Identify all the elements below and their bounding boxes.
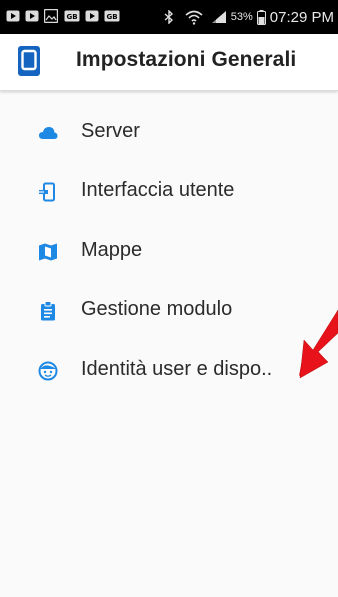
- svg-text:GB: GB: [66, 13, 77, 21]
- play-notification-icon: [6, 10, 20, 22]
- clock-time: 07:29 PM: [269, 8, 334, 26]
- battery-percent: 53%: [230, 11, 253, 23]
- page-title: Impostazioni Generali: [76, 48, 297, 71]
- face-icon: [38, 361, 58, 381]
- image-notification-icon: [44, 9, 58, 23]
- status-bar-right: 53% 07:29 PM: [163, 0, 334, 34]
- menu-item-server[interactable]: Server: [0, 105, 338, 161]
- gallery-notification-icon: GB: [64, 10, 80, 22]
- menu-item-interfaccia-utente[interactable]: Interfaccia utente: [0, 164, 338, 220]
- menu-item-gestione-modulo[interactable]: Gestione modulo: [0, 283, 338, 339]
- menu-item-label: Interfaccia utente: [81, 179, 235, 201]
- menu-item-label: Identità user e dispo..: [81, 358, 273, 380]
- signal-icon: [211, 11, 226, 23]
- video-notification-icon: [25, 10, 39, 22]
- map-icon: [39, 243, 57, 261]
- bluetooth-icon: [164, 10, 173, 24]
- menu-item-label: Server: [81, 120, 140, 142]
- menu-item-mappe[interactable]: Mappe: [0, 224, 338, 280]
- phone-device-icon[interactable]: [18, 46, 40, 76]
- cloud-icon: [39, 127, 58, 139]
- svg-text:GB: GB: [106, 13, 117, 21]
- device-settings-icon: [39, 182, 55, 202]
- clipboard-icon: [41, 301, 55, 321]
- app-bar: Impostazioni Generali: [0, 34, 338, 91]
- battery-icon: [256, 9, 266, 25]
- menu-item-label: Mappe: [81, 239, 143, 261]
- status-bar: GB GB 53% 07:29 PM: [0, 0, 338, 34]
- menu-item-label: Gestione modulo: [81, 298, 233, 320]
- screen: GB GB 53% 07:29 PM Impostazioni Generali…: [0, 0, 338, 597]
- storage-notification-icon: GB: [104, 10, 120, 22]
- menu-item-identita-user[interactable]: Identità user e dispo..: [0, 343, 338, 399]
- youtube-notification-icon: [85, 10, 99, 22]
- wifi-icon: [185, 10, 203, 25]
